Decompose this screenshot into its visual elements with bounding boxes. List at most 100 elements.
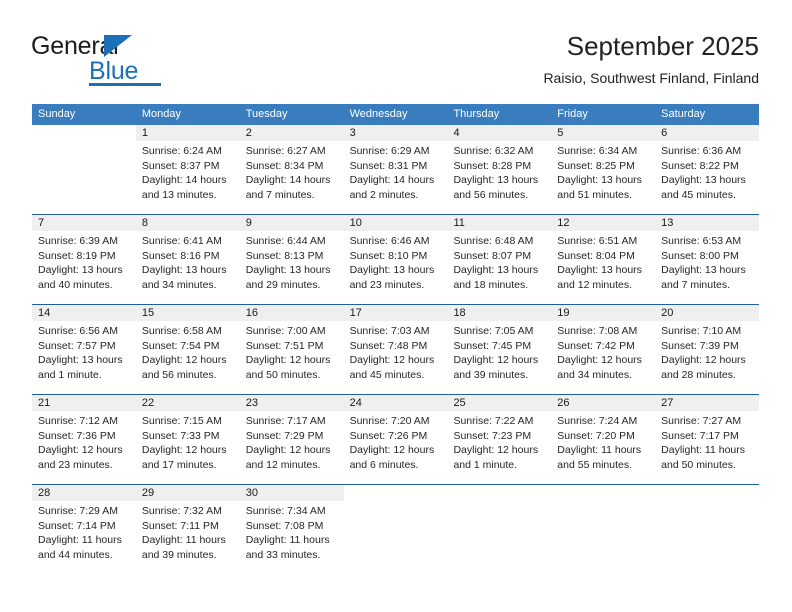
day-details-row: Sunrise: 6:56 AM Sunset: 7:57 PM Daylight:… <box>32 321 759 394</box>
day-number[interactable]: 28 <box>32 485 136 501</box>
day-cell-empty <box>32 141 136 214</box>
day-number[interactable]: 21 <box>32 395 136 411</box>
day-cell[interactable]: Sunrise: 6:51 AM Sunset: 8:04 PM Daylight:… <box>551 231 655 304</box>
daylight-text: Daylight: 12 hours <box>453 354 539 367</box>
day-cell[interactable]: Sunrise: 6:48 AM Sunset: 8:07 PM Daylight:… <box>447 231 551 304</box>
daylight-text: Daylight: 13 hours <box>38 264 123 277</box>
day-number[interactable]: 29 <box>135 485 240 501</box>
day-number[interactable]: 6 <box>655 125 760 141</box>
daylight-text: Daylight: 13 hours <box>349 264 435 277</box>
day-number[interactable]: 5 <box>551 125 656 141</box>
sunrise-text: Sunrise: 6:39 AM <box>38 235 118 247</box>
day-number[interactable]: 15 <box>135 305 240 321</box>
day-number[interactable]: 3 <box>343 125 448 141</box>
day-cell[interactable]: Sunrise: 7:20 AM Sunset: 7:26 PM Daylight:… <box>344 411 448 484</box>
day-cell-empty <box>551 501 655 574</box>
day-cell[interactable]: Sunrise: 7:29 AM Sunset: 7:14 PM Daylight:… <box>32 501 136 574</box>
weekday-header-monday: Monday <box>141 108 181 120</box>
sunrise-text: Sunrise: 6:24 AM <box>141 145 222 157</box>
sunset-text: Sunset: 7:48 PM <box>349 339 428 352</box>
day-cell[interactable]: Sunrise: 6:34 AM Sunset: 8:25 PM Daylight:… <box>551 141 655 214</box>
daylight-text: Daylight: 12 hours <box>557 354 642 367</box>
day-cell[interactable]: Sunrise: 7:08 AM Sunset: 7:42 PM Daylight:… <box>551 321 655 394</box>
sunset-text: Sunset: 8:37 PM <box>141 159 220 172</box>
day-number[interactable]: 11 <box>447 215 552 231</box>
day-cell[interactable]: Sunrise: 7:12 AM Sunset: 7:36 PM Daylight:… <box>32 411 136 484</box>
day-number[interactable]: 23 <box>239 395 344 411</box>
day-number[interactable]: 2 <box>239 125 344 141</box>
day-number[interactable]: 1 <box>135 125 240 141</box>
day-number[interactable]: 17 <box>343 305 448 321</box>
day-number[interactable]: 7 <box>32 215 136 231</box>
daylight-text: Daylight: 11 hours <box>661 444 746 457</box>
day-cell[interactable]: Sunrise: 6:56 AM Sunset: 7:57 PM Daylight:… <box>32 321 136 394</box>
daylight-text: and 1 minute. <box>453 458 518 471</box>
day-cell[interactable]: Sunrise: 6:58 AM Sunset: 7:54 PM Daylight:… <box>136 321 240 394</box>
day-number-band: 14 15 16 17 18 19 20 <box>32 305 760 321</box>
sunrise-text: Sunrise: 7:29 AM <box>38 505 118 517</box>
day-cell[interactable]: Sunrise: 7:05 AM Sunset: 7:45 PM Daylight:… <box>447 321 551 394</box>
sunset-text: Sunset: 8:16 PM <box>141 249 220 262</box>
day-cell[interactable]: Sunrise: 6:32 AM Sunset: 8:28 PM Daylight:… <box>447 141 551 214</box>
sunrise-text: Sunrise: 6:32 AM <box>453 145 534 157</box>
day-cell[interactable]: Sunrise: 7:15 AM Sunset: 7:33 PM Daylight:… <box>136 411 240 484</box>
day-cell[interactable]: Sunrise: 6:46 AM Sunset: 8:10 PM Daylight:… <box>344 231 448 304</box>
day-number[interactable]: 14 <box>32 305 136 321</box>
day-cell[interactable]: Sunrise: 7:27 AM Sunset: 7:17 PM Daylight:… <box>655 411 759 484</box>
daylight-text: and 50 minutes. <box>245 368 321 381</box>
sunset-text: Sunset: 8:22 PM <box>661 159 739 172</box>
day-cell[interactable]: Sunrise: 7:00 AM Sunset: 7:51 PM Daylight:… <box>240 321 344 394</box>
day-number[interactable]: 26 <box>551 395 656 411</box>
daylight-text: Daylight: 13 hours <box>661 264 746 277</box>
daylight-text: and 44 minutes. <box>38 548 113 561</box>
calendar-week-row: 14 15 16 17 18 19 20 Sunrise: 6:56 AM Sunset: 7:… <box>32 304 760 394</box>
day-cell[interactable]: Sunrise: 6:36 AM Sunset: 8:22 PM Daylight:… <box>655 141 759 214</box>
day-number[interactable]: 25 <box>447 395 552 411</box>
day-number[interactable]: 13 <box>655 215 760 231</box>
day-number[interactable]: 10 <box>343 215 448 231</box>
day-cell[interactable]: Sunrise: 7:03 AM Sunset: 7:48 PM Daylight:… <box>344 321 448 394</box>
day-cell-empty <box>655 501 759 574</box>
day-cell[interactable]: Sunrise: 6:44 AM Sunset: 8:13 PM Daylight:… <box>240 231 344 304</box>
daylight-text: Daylight: 12 hours <box>245 354 331 367</box>
sunrise-text: Sunrise: 7:20 AM <box>349 415 430 427</box>
day-cell[interactable]: Sunrise: 6:29 AM Sunset: 8:31 PM Daylight:… <box>344 141 448 214</box>
day-number[interactable]: 4 <box>447 125 552 141</box>
day-details-row: Sunrise: 7:29 AM Sunset: 7:14 PM Daylight:… <box>32 501 759 574</box>
day-number[interactable]: 8 <box>135 215 240 231</box>
day-cell[interactable]: Sunrise: 7:32 AM Sunset: 7:11 PM Daylight:… <box>136 501 240 574</box>
sunset-text: Sunset: 7:39 PM <box>661 339 739 352</box>
day-number[interactable]: 27 <box>655 395 760 411</box>
calendar-week-row: 28 29 30 Sunrise: 7:29 AM Sunset: 7:14 PM Day… <box>32 484 759 574</box>
day-cell[interactable]: Sunrise: 6:27 AM Sunset: 8:34 PM Daylight:… <box>240 141 344 214</box>
day-number[interactable]: 22 <box>135 395 240 411</box>
sunset-text: Sunset: 7:23 PM <box>453 429 532 442</box>
day-cell[interactable]: Sunrise: 6:24 AM Sunset: 8:37 PM Daylight:… <box>136 141 240 214</box>
logo-text-blue: Blue <box>89 57 139 85</box>
day-cell[interactable]: Sunrise: 7:10 AM Sunset: 7:39 PM Daylight:… <box>655 321 759 394</box>
daylight-text: and 39 minutes. <box>141 548 217 561</box>
weekday-header-saturday: Saturday <box>661 108 706 120</box>
weekday-header-wednesday: Wednesday <box>349 108 408 120</box>
day-number[interactable]: 20 <box>655 305 760 321</box>
sunset-text: Sunset: 7:11 PM <box>141 519 219 532</box>
day-cell[interactable]: Sunrise: 7:17 AM Sunset: 7:29 PM Daylight:… <box>240 411 344 484</box>
day-number[interactable]: 16 <box>239 305 344 321</box>
daylight-text: and 51 minutes. <box>557 188 633 201</box>
daylight-text: and 12 minutes. <box>245 458 321 471</box>
day-cell[interactable]: Sunrise: 7:22 AM Sunset: 7:23 PM Daylight:… <box>447 411 551 484</box>
day-number[interactable]: 19 <box>551 305 656 321</box>
sunset-text: Sunset: 8:07 PM <box>453 249 532 262</box>
day-cell[interactable]: Sunrise: 6:41 AM Sunset: 8:16 PM Daylight:… <box>136 231 240 304</box>
day-number[interactable]: 18 <box>447 305 552 321</box>
day-number[interactable]: 24 <box>343 395 448 411</box>
day-number[interactable]: 12 <box>551 215 656 231</box>
day-number[interactable]: 30 <box>239 485 344 501</box>
day-cell[interactable]: Sunrise: 6:53 AM Sunset: 8:00 PM Daylight:… <box>655 231 759 304</box>
day-cell[interactable]: Sunrise: 7:34 AM Sunset: 7:08 PM Daylight:… <box>240 501 344 574</box>
day-cell[interactable]: Sunrise: 7:24 AM Sunset: 7:20 PM Daylight:… <box>551 411 655 484</box>
day-cell[interactable]: Sunrise: 6:39 AM Sunset: 8:19 PM Daylight:… <box>32 231 136 304</box>
day-number[interactable]: 9 <box>239 215 344 231</box>
daylight-text: and 23 minutes. <box>349 278 425 291</box>
daylight-text: and 56 minutes. <box>453 188 529 201</box>
